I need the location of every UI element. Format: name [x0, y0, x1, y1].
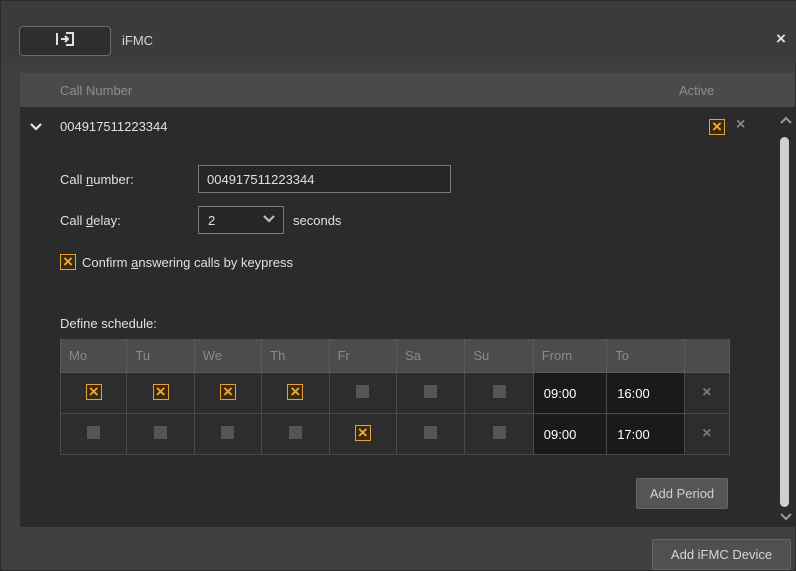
day-checkbox-th[interactable]	[287, 382, 304, 402]
scroll-down-icon[interactable]	[780, 510, 792, 524]
day-checkbox-tu[interactable]	[152, 382, 169, 402]
device-list-panel: Call Number Active 004917511223344 × Cal…	[20, 73, 795, 527]
add-ifmc-device-button[interactable]: Add iFMC Device	[652, 539, 791, 570]
delete-period-icon[interactable]: ×	[683, 413, 731, 455]
schedule-row: 09:00 17:00 ×	[59, 413, 731, 455]
day-cell[interactable]	[59, 413, 128, 455]
active-checkbox[interactable]	[709, 117, 725, 137]
from-time-field[interactable]: 09:00	[532, 413, 608, 455]
day-checkbox-su[interactable]	[492, 385, 506, 398]
header-tu: Tu	[126, 339, 195, 373]
day-cell[interactable]	[395, 372, 466, 414]
day-checkbox-mo[interactable]	[87, 426, 101, 439]
header-to: To	[606, 339, 685, 373]
day-cell[interactable]	[261, 413, 330, 455]
header-from: From	[532, 339, 608, 373]
confirm-keypress-checkbox[interactable]	[60, 252, 76, 272]
define-schedule-label: Define schedule:	[60, 316, 157, 331]
entry-header-row[interactable]: 004917511223344 ×	[20, 107, 780, 145]
column-call-number: Call Number	[60, 83, 133, 98]
entry-number: 004917511223344	[60, 119, 168, 134]
call-delay-label: Call delay:	[60, 213, 121, 228]
call-delay-value: 2	[208, 213, 216, 228]
add-period-button[interactable]: Add Period	[636, 478, 728, 509]
day-checkbox-su[interactable]	[492, 426, 506, 439]
day-cell[interactable]	[328, 372, 397, 414]
to-time-field[interactable]: 17:00	[606, 413, 685, 455]
header-su: Su	[464, 339, 534, 373]
window-title: iFMC	[122, 33, 154, 48]
call-number-label: Call number:	[60, 172, 134, 187]
call-delay-select[interactable]: 2	[198, 206, 284, 234]
day-cell[interactable]	[328, 413, 397, 455]
header-mo: Mo	[59, 339, 128, 373]
title-bar: iFMC ×	[1, 1, 796, 63]
vertical-scrollbar[interactable]	[777, 107, 795, 527]
header-sa: Sa	[395, 339, 466, 373]
list-header: Call Number Active	[20, 73, 795, 107]
close-icon[interactable]: ×	[776, 29, 786, 49]
header-fr: Fr	[328, 339, 397, 373]
call-number-input[interactable]	[198, 165, 451, 193]
seconds-label: seconds	[293, 213, 342, 228]
day-cell[interactable]	[261, 372, 330, 414]
schedule-header-row: Mo Tu We Th Fr Sa Su From To	[59, 339, 731, 373]
ifmc-window: iFMC × Call Number Active 00491751122334…	[0, 0, 796, 571]
day-cell[interactable]	[395, 413, 466, 455]
day-checkbox-tu[interactable]	[154, 426, 168, 439]
day-cell[interactable]	[464, 413, 534, 455]
schedule-row: 09:00 16:00 ×	[59, 372, 731, 414]
day-checkbox-sa[interactable]	[424, 385, 438, 398]
delete-entry-icon[interactable]: ×	[736, 116, 745, 134]
day-checkbox-sa[interactable]	[424, 426, 438, 439]
to-time-field[interactable]: 16:00	[606, 372, 685, 414]
header-th: Th	[261, 339, 330, 373]
device-transfer-icon	[54, 30, 76, 52]
scroll-up-icon[interactable]	[780, 113, 792, 127]
day-checkbox-mo[interactable]	[85, 382, 102, 402]
day-cell[interactable]	[126, 372, 195, 414]
device-transfer-button[interactable]	[19, 26, 111, 56]
day-checkbox-fr[interactable]	[356, 385, 370, 398]
delete-period-icon[interactable]: ×	[683, 372, 731, 414]
scrollbar-thumb[interactable]	[780, 137, 789, 507]
day-cell[interactable]	[59, 372, 128, 414]
column-active: Active	[679, 83, 715, 98]
header-actions	[683, 339, 731, 373]
day-checkbox-we[interactable]	[221, 426, 235, 439]
day-checkbox-we[interactable]	[219, 382, 236, 402]
day-cell[interactable]	[193, 372, 263, 414]
day-cell[interactable]	[126, 413, 195, 455]
confirm-keypress-row[interactable]: Confirm answering calls by keypress	[60, 252, 293, 272]
confirm-keypress-label: Confirm answering calls by keypress	[82, 254, 293, 270]
chevron-down-icon	[263, 213, 275, 227]
day-checkbox-th[interactable]	[288, 426, 302, 439]
day-cell[interactable]	[464, 372, 534, 414]
day-cell[interactable]	[193, 413, 263, 455]
header-we: We	[193, 339, 263, 373]
day-checkbox-fr[interactable]	[354, 423, 371, 443]
chevron-down-icon[interactable]	[30, 119, 42, 135]
schedule-table: Mo Tu We Th Fr Sa Su From To × × × × 09:…	[59, 339, 731, 455]
from-time-field[interactable]: 09:00	[532, 372, 608, 414]
